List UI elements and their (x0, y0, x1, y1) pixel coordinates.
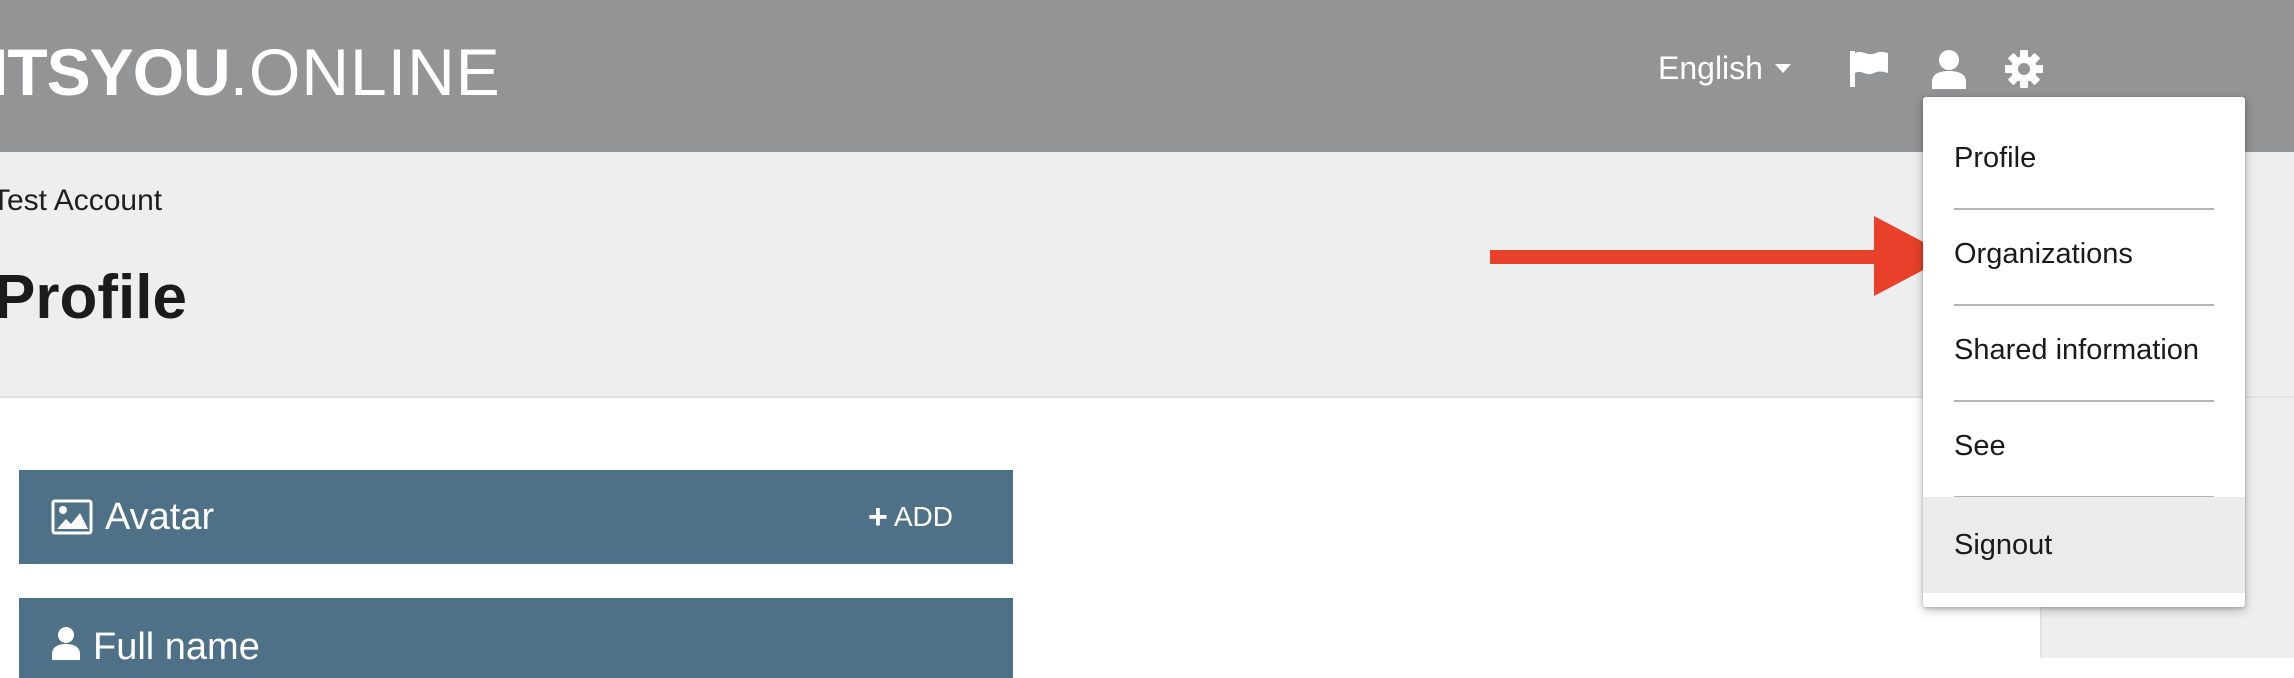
language-label: English (1658, 49, 1763, 86)
annotation-arrow-icon (1490, 216, 1950, 296)
menu-item-signout[interactable]: Signout (1923, 497, 2245, 593)
menu-item-see[interactable]: See (1923, 398, 2245, 494)
flag-icon[interactable] (1846, 46, 1892, 92)
language-dropdown[interactable]: English (1658, 46, 1791, 90)
menu-item-organizations[interactable]: Organizations (1923, 206, 2245, 302)
user-icon[interactable] (1926, 46, 1972, 92)
fullname-section-header: Full name (19, 598, 1013, 678)
image-icon (51, 499, 93, 535)
caret-down-icon (1774, 63, 1791, 73)
site-logo[interactable]: ITSYOU.ONLINE (0, 30, 501, 114)
logo-light-text: .ONLINE (229, 35, 501, 109)
avatar-section-title: Avatar (105, 495, 215, 538)
page-title: Profile (0, 263, 187, 332)
menu-item-profile[interactable]: Profile (1923, 110, 2245, 206)
add-avatar-button[interactable]: + ADD (868, 470, 953, 564)
user-menu-dropdown: Profile Organizations Shared information… (1923, 97, 2245, 607)
logo-bold-text: ITSYOU (0, 35, 231, 109)
add-avatar-label: ADD (893, 501, 953, 532)
fullname-section-title: Full name (93, 626, 260, 668)
menu-item-shared-information[interactable]: Shared information (1923, 302, 2245, 398)
avatar-section-header: Avatar + ADD (19, 470, 1013, 564)
breadcrumb[interactable]: Test Account (0, 184, 162, 218)
gear-icon[interactable] (2001, 46, 2047, 92)
user-icon (51, 626, 81, 660)
plus-icon: + (868, 498, 888, 536)
